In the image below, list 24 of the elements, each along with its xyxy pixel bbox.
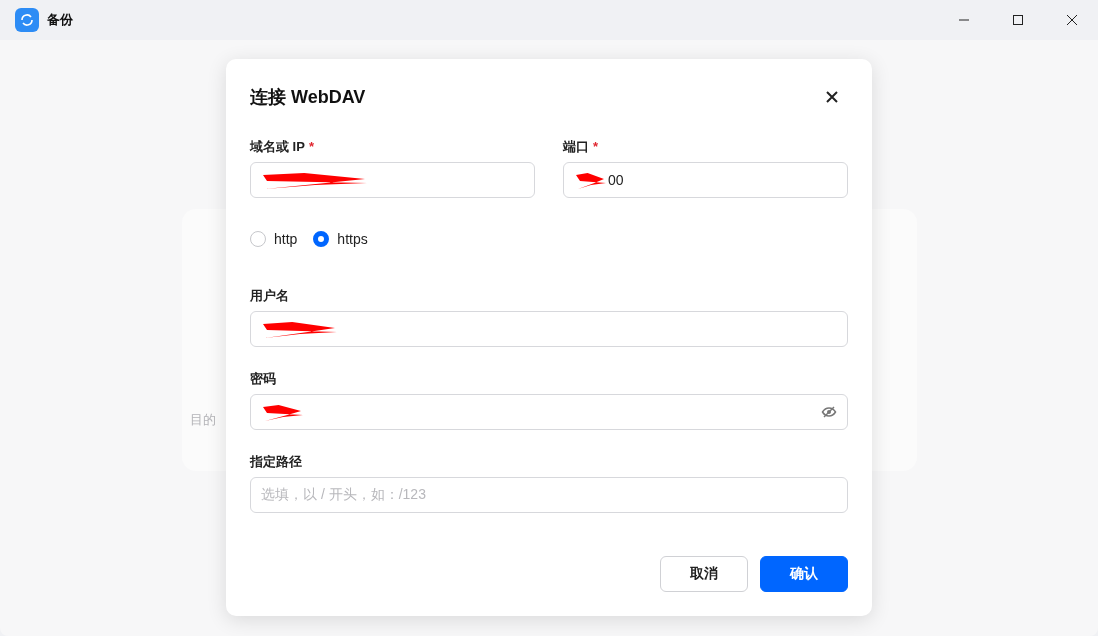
confirm-button[interactable]: 确认	[760, 556, 848, 592]
field-label: 端口	[563, 139, 589, 155]
card-label: 目的	[189, 411, 216, 429]
field-label: 域名或 IP	[250, 139, 305, 155]
password-field[interactable]	[250, 394, 848, 430]
field-label: 用户名	[250, 288, 289, 304]
input-field[interactable]: 00	[563, 162, 848, 198]
close-icon	[1066, 14, 1078, 26]
required-mark: *	[308, 139, 314, 155]
close-button[interactable]	[824, 89, 840, 105]
radio-option[interactable]: http	[250, 231, 298, 247]
field-label: 密码	[250, 371, 276, 387]
sync-icon	[15, 8, 39, 32]
radio-option[interactable]: https	[313, 231, 368, 247]
cancel-button[interactable]: 取消	[660, 556, 748, 592]
hidden-eye-icon[interactable]	[821, 404, 837, 420]
required-mark: *	[593, 139, 599, 155]
dialog-title: 连接 WebDAV	[250, 86, 366, 109]
close-icon	[824, 89, 840, 105]
field-label: 指定路径	[250, 454, 302, 470]
window-title: 备份	[47, 11, 74, 29]
maximize-icon	[1012, 14, 1024, 26]
input-field[interactable]	[250, 311, 848, 347]
input-field[interactable]	[250, 162, 535, 198]
